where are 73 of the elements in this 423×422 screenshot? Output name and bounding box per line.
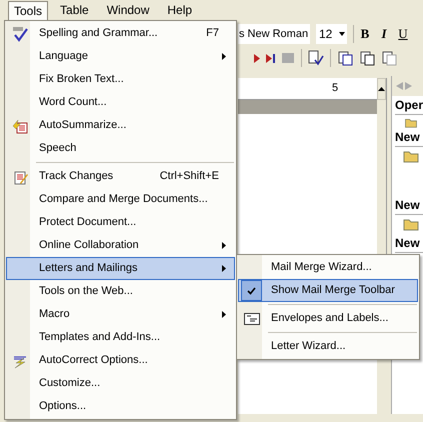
folder-icon[interactable] xyxy=(402,217,419,231)
menu-item[interactable]: Word Count... xyxy=(6,91,235,114)
menu-item[interactable]: Letter Wizard... xyxy=(238,335,418,358)
menu-item[interactable]: Mail Merge Wizard... xyxy=(238,256,418,279)
document-spark-icon xyxy=(12,118,28,134)
menu-item-label: Online Collaboration xyxy=(39,238,139,254)
menu-item[interactable]: AutoCorrect Options... xyxy=(6,349,235,372)
skip-end-icon[interactable] xyxy=(266,54,275,62)
task-pane-heading: New xyxy=(394,234,423,253)
menu-item[interactable]: AutoSummarize... xyxy=(6,114,235,137)
menu-item[interactable]: Protect Document... xyxy=(6,211,235,234)
menu-item-label: Compare and Merge Documents... xyxy=(39,192,208,208)
folder-icon[interactable] xyxy=(402,149,419,163)
menu-item-label: Templates and Add-Ins... xyxy=(39,330,160,346)
menu-bar-item[interactable]: Tools xyxy=(8,0,48,20)
menu-item[interactable]: Online Collaboration xyxy=(6,234,235,257)
format-button[interactable]: B xyxy=(357,24,373,44)
menu-item-label: Track Changes xyxy=(39,169,114,184)
format-button[interactable]: U xyxy=(395,24,411,44)
spelling-check-icon xyxy=(12,26,28,42)
shortcut-label: F7 xyxy=(206,26,219,42)
menu-item-label: Spelling and Grammar... xyxy=(39,26,158,42)
task-pane-heading: New xyxy=(394,196,423,215)
shortcut-label: Ctrl+Shift+E xyxy=(160,169,219,184)
menu-item-label: AutoSummarize... xyxy=(39,118,126,134)
menu-item[interactable]: Fix Broken Text... xyxy=(6,68,235,91)
menu-item[interactable]: Track Changes Ctrl+Shift+E xyxy=(6,165,235,188)
menu-item[interactable]: Spelling and Grammar... F7 xyxy=(6,22,235,45)
menu-item-label: Fix Broken Text... xyxy=(39,72,124,88)
menu-item[interactable]: Customize... xyxy=(6,372,235,395)
menu-item-label: Macro xyxy=(39,307,70,322)
menu-bar-item[interactable]: Window xyxy=(100,0,156,20)
menu-item[interactable]: Templates and Add-Ins... xyxy=(6,326,235,349)
merge-document-icon[interactable] xyxy=(337,50,353,66)
format-button[interactable]: I xyxy=(376,24,392,44)
document-pencil-icon xyxy=(12,168,28,184)
menu-item[interactable]: Envelopes and Labels... xyxy=(238,307,418,330)
merge-printer-icon[interactable] xyxy=(359,50,375,66)
scroll-up-arrow-icon[interactable] xyxy=(378,87,386,91)
menu-item[interactable]: Speech xyxy=(6,137,235,160)
dropdown-arrow-icon[interactable] xyxy=(339,32,345,36)
menu-bar-item[interactable]: Help xyxy=(161,0,198,20)
menu-item[interactable]: Tools on the Web... xyxy=(6,280,235,303)
menu-item-label: Speech xyxy=(39,141,76,156)
menu-item-label: Letters and Mailings xyxy=(39,261,138,276)
task-pane-heading: New xyxy=(394,128,423,147)
menu-item-label: Tools on the Web... xyxy=(39,284,133,300)
menu-bar-item[interactable]: Table xyxy=(54,0,95,20)
menu-item-label: Options... xyxy=(39,399,86,414)
menu-item-label: Letter Wizard... xyxy=(271,339,346,354)
menu-item[interactable]: Options... xyxy=(6,395,235,418)
merge-email-icon[interactable] xyxy=(381,50,397,66)
menu-item-label: Word Count... xyxy=(39,95,107,110)
menu-item-label: AutoCorrect Options... xyxy=(39,353,148,368)
size-field[interactable]: 12 xyxy=(316,24,347,44)
menu-item-label: Show Mail Merge Toolbar xyxy=(271,283,395,298)
font-field[interactable]: s New Roman xyxy=(238,24,310,44)
play-icon[interactable] xyxy=(254,54,260,62)
menu-item[interactable]: Macro xyxy=(6,303,235,326)
menu-item-label: Protect Document... xyxy=(39,215,136,230)
folder-icon[interactable] xyxy=(402,117,419,128)
task-pane-heading: Oper xyxy=(394,96,423,115)
menu-item-label: Language xyxy=(39,49,88,64)
menu-item[interactable]: Letters and Mailings xyxy=(6,257,235,280)
menu-item-label: Customize... xyxy=(39,376,100,392)
document-check-icon[interactable] xyxy=(308,50,324,66)
menu-item[interactable]: Show Mail Merge Toolbar xyxy=(238,279,418,302)
menu-item[interactable]: Language xyxy=(6,45,235,68)
envelope-icon xyxy=(244,312,260,324)
ruler-number: 5 xyxy=(332,81,338,96)
menu-item[interactable]: Compare and Merge Documents... xyxy=(6,188,235,211)
menu-item-label: Envelopes and Labels... xyxy=(271,311,388,326)
menu-item-label: Mail Merge Wizard... xyxy=(271,260,372,276)
